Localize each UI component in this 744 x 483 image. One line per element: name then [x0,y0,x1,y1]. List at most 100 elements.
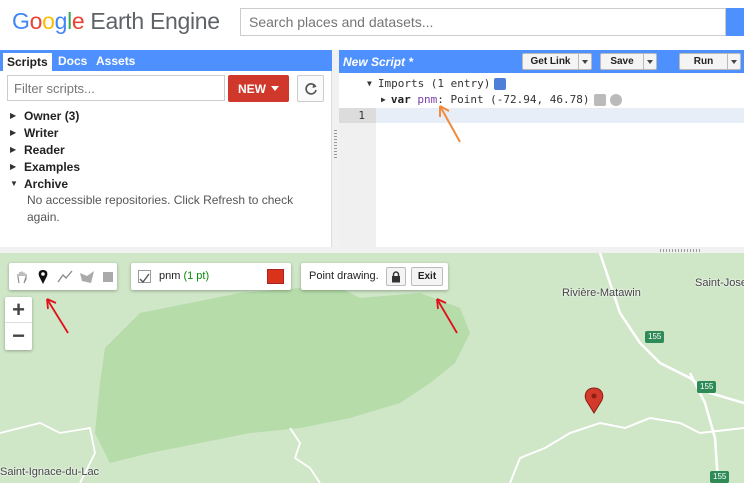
search-input[interactable] [240,8,726,36]
line-tool[interactable] [56,267,74,287]
earth-engine-app: GoogleEarth Engine Scripts Docs Assets N… [0,0,744,483]
map-view[interactable]: Rivière-Matawin Saint-Jose Saint-Ignace-… [0,253,744,483]
logo-letter: G [12,8,30,34]
filter-scripts-input[interactable] [7,75,225,101]
place-label: Saint-Jose [695,277,744,289]
route-badge: 155 [710,471,730,483]
rectangle-tool[interactable] [99,267,117,287]
repo-label: Writer [24,125,59,140]
layer-point-count: (1 pt) [183,270,210,282]
delete-icon[interactable] [609,93,622,106]
scripts-panel: Scripts Docs Assets NEW ▶ Owner (3) ▶ Wr… [0,50,332,247]
marker-icon [39,269,48,284]
geometry-layer-panel: pnm (1 pt) [131,263,291,290]
imports-header[interactable]: ▼ Imports (1 entry) [367,77,507,90]
repo-writer[interactable]: ▶ Writer [10,124,320,141]
route-badge: 155 [697,381,717,393]
zoom-control: + − [5,297,32,350]
triangle-right-icon: ▶ [10,145,17,154]
lock-button[interactable] [386,267,406,286]
get-link-button[interactable]: Get Link [522,53,592,70]
logo-product-name: Earth Engine [90,8,220,34]
chevron-down-icon[interactable] [578,54,591,69]
logo-letter: e [71,8,85,34]
splitter-grip [334,130,337,160]
polygon-icon [79,270,94,283]
chevron-down-icon[interactable] [727,54,740,69]
repo-label: Reader [24,142,65,157]
lock-icon [392,270,400,282]
active-code-line[interactable] [339,108,744,123]
editor-toolbar: New Script * Get Link Save Run [339,50,744,73]
new-button[interactable]: NEW [228,75,289,102]
place-label: Saint-Ignace-du-Lac [0,466,100,478]
repo-owner[interactable]: ▶ Owner (3) [10,107,320,124]
drawing-status-panel: Point drawing. Exit [301,263,448,290]
repo-reader[interactable]: ▶ Reader [10,141,320,158]
logo-letter: g [54,8,68,34]
refresh-icon [304,82,317,95]
marker-tool[interactable] [35,267,53,287]
imports-label: Imports (1 entry) [377,77,491,90]
zoom-out-button[interactable]: − [5,323,32,349]
layer-visibility-checkbox[interactable] [138,270,151,284]
tab-docs[interactable]: Docs [54,52,91,71]
triangle-right-icon: ▶ [10,162,17,171]
triangle-right-icon: ▶ [10,111,17,120]
refresh-button[interactable] [297,75,324,102]
tab-assets[interactable]: Assets [92,52,139,71]
splitter-grip [660,249,700,252]
route-badge: 155 [645,331,665,343]
logo-letter: o [29,8,43,34]
drawing-mode-label: Point drawing. [309,270,379,282]
repo-archive[interactable]: ▼ Archive [10,175,320,192]
caret-down-icon [271,86,279,91]
logo-letter: o [42,8,55,34]
var-keyword: var [390,93,411,106]
checkmark-icon [139,273,150,284]
layer-name: pnm [159,270,181,282]
table-icon[interactable] [494,77,507,90]
repo-label: Archive [24,176,69,191]
imports-section: ▼ Imports (1 entry) ▶ var pnm: Point (-7… [339,73,744,108]
repo-examples[interactable]: ▶ Examples [10,158,320,175]
place-label: Rivière-Matawin [562,287,641,299]
chevron-down-icon[interactable] [643,54,656,69]
triangle-down-icon: ▼ [10,179,18,188]
line-number: 1 [339,108,376,123]
var-name[interactable]: pnm [417,93,437,106]
layer-label[interactable]: pnm (1 pt) [159,270,209,282]
header: Google Earth Engine [0,0,744,47]
var-value: : Point (-72.94, 46.78) [437,93,590,106]
exit-button[interactable]: Exit [411,267,443,286]
run-button[interactable]: Run [679,53,741,70]
vertical-splitter[interactable] [332,50,339,247]
repository-tree: ▶ Owner (3) ▶ Writer ▶ Reader ▶ Examples… [10,107,320,226]
triangle-down-icon: ▼ [367,79,372,88]
line-gutter [339,108,376,247]
rectangle-icon [103,271,114,282]
save-button[interactable]: Save [600,53,657,70]
repo-count: (3) [64,108,80,123]
save-label: Save [610,56,634,67]
run-label: Run [693,56,714,67]
triangle-right-icon: ▶ [381,95,386,104]
tab-scripts[interactable]: Scripts [2,52,53,71]
archive-empty-message: No accessible repositories. Click Refres… [27,193,294,224]
search-button[interactable] [726,8,744,36]
script-title[interactable]: New Script * [343,55,413,69]
layer-color-swatch[interactable] [267,269,284,284]
code-editor-panel: New Script * Get Link Save Run ▼ Imports… [339,50,744,247]
polygon-tool[interactable] [78,267,96,287]
zoom-in-button[interactable]: + [5,297,32,323]
hand-icon [17,271,27,283]
gear-icon[interactable] [593,93,606,106]
repo-label: Examples [24,159,81,174]
hand-tool[interactable] [13,267,31,287]
new-button-label: NEW [238,81,266,96]
import-variable[interactable]: ▶ var pnm: Point (-72.94, 46.78) [381,93,622,106]
left-tab-bar: Scripts Docs Assets [0,50,332,71]
drawing-tools [9,263,117,290]
triangle-right-icon: ▶ [10,128,17,137]
earth-engine-logo[interactable]: Google Earth Engine [12,8,220,35]
